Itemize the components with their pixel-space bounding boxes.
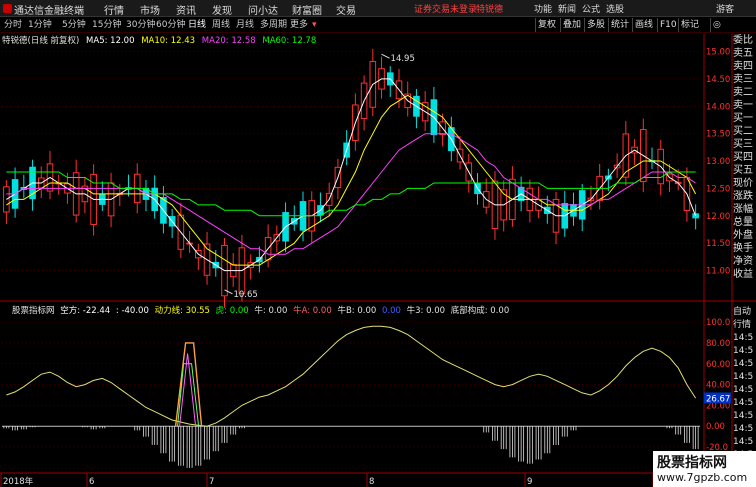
tick-label: 14:5 <box>733 437 754 447</box>
dongli-line <box>6 325 697 427</box>
quote-label: 买三 <box>733 139 753 150</box>
price-tick-label: 12.00 <box>706 212 730 222</box>
quote-label: 净资 <box>733 256 753 267</box>
tick-label: 自动 <box>733 307 752 317</box>
price-tick-label: 15.00 <box>706 47 730 57</box>
tick-label: 14:5 <box>733 359 754 369</box>
price-tick-label: 12.50 <box>706 184 730 194</box>
price-tick-label: 14.00 <box>706 102 730 112</box>
indicator-tick-label: 60.00 <box>706 360 730 370</box>
indicator-tick-label: 0.00 <box>706 422 725 432</box>
candles <box>3 48 699 308</box>
indicator-lines <box>3 325 699 468</box>
low-marker-label: 10.65 <box>233 290 257 300</box>
quote-label: 卖五 <box>733 48 753 59</box>
ma10-value: MA10: 12.43 <box>141 36 196 46</box>
quote-label: 涨幅 <box>733 204 753 215</box>
high-marker-label: 14.95 <box>391 54 415 64</box>
indicator-tick-label: 100.0 <box>706 318 730 328</box>
price-tick-label: 13.00 <box>706 157 730 167</box>
colon-value: : -40.00 <box>115 306 149 316</box>
tick-label: 行情 <box>733 320 752 330</box>
quote-label: 委比 <box>733 35 753 46</box>
signal-spike-magenta <box>179 353 197 427</box>
watermark: 股票指标网 www.7gpzb.com <box>653 451 756 487</box>
quote-label: 卖一 <box>733 100 753 111</box>
ma60-value: MA60: 12.78 <box>262 36 317 46</box>
quote-label: 买一 <box>733 113 753 124</box>
price-tick-label: 11.00 <box>706 267 730 277</box>
quote-label: 买四 <box>733 152 753 163</box>
indicator-tick-label: 40.00 <box>706 381 730 391</box>
candle-body <box>692 213 699 219</box>
watermark-title: 股票指标网 <box>657 455 727 471</box>
niu-value: 牛: 0.00 <box>254 306 288 316</box>
high-marker-line <box>381 53 390 59</box>
main-info-line: 特锐德(日线 前复权) MA5: 12.00 MA10: 12.43 MA20:… <box>0 34 316 46</box>
current-value-label: 26.67 <box>706 394 730 404</box>
blank-value: 0.00 <box>381 306 401 316</box>
tick-label: 14:5 <box>733 411 754 421</box>
chart-grid <box>0 34 756 487</box>
price-tick-label: 11.50 <box>706 239 730 249</box>
quote-label: 现价 <box>733 178 753 189</box>
niu3-value: 牛3: 0.00 <box>406 306 446 316</box>
indicator-tick-label: 80.00 <box>706 339 730 349</box>
chart-area[interactable]: 15.00 14.50 14.00 13.50 13.00 12.50 12.00 11.50… <box>0 0 756 487</box>
quote-label: 涨跌 <box>733 191 753 202</box>
ma20-value: MA20: 12.58 <box>201 36 256 46</box>
ma-lines <box>6 78 697 272</box>
quote-label: 卖四 <box>733 61 753 72</box>
quote-label: 收益 <box>733 269 753 280</box>
main-chart-title: 特锐德(日线 前复权) <box>2 36 80 46</box>
price-tick-label: 13.50 <box>706 130 730 140</box>
candle-body <box>3 186 10 213</box>
indicator-info-line: 股票指标网 空方: -22.44 : -40.00 动力线: 30.55 虎: … <box>0 304 509 316</box>
date-label: 2018年 <box>3 476 34 487</box>
ma-line-ma5 <box>6 78 697 272</box>
date-label: 7 <box>209 477 214 487</box>
niuA-value: 牛A: 0.00 <box>293 306 332 316</box>
tick-label: 14:5 <box>733 372 754 382</box>
watermark-url: www.7gpzb.com <box>657 471 748 484</box>
tick-label: 14:5 <box>733 398 754 408</box>
hu-value: 虎: 0.00 <box>215 306 249 316</box>
quote-panel: 委比卖五卖四卖三卖二卖一买一买二买三买四买五现价涨跌涨幅总量外盘换手净资收益 <box>733 34 756 281</box>
indicator-title: 股票指标网 <box>12 306 55 316</box>
quote-label: 总量 <box>733 217 753 228</box>
quote-label: 卖三 <box>733 74 753 85</box>
quote-label: 买二 <box>733 126 753 137</box>
tick-label: 14:5 <box>733 346 754 356</box>
date-label: 9 <box>527 477 532 487</box>
dibu-value: 底部构成: 0.00 <box>450 306 510 316</box>
tick-label: 14:5 <box>733 333 754 343</box>
quote-label: 外盘 <box>733 230 753 241</box>
ma-line-ma10 <box>6 94 697 266</box>
price-tick-label: 14.50 <box>706 75 730 85</box>
tick-label: 14:5 <box>733 385 754 395</box>
quote-label: 买五 <box>733 165 753 176</box>
tick-label: 14:5 <box>733 424 754 434</box>
niuB-value: 牛B: 0.00 <box>337 306 377 316</box>
dongli-value: 动力线: 30.55 <box>154 306 210 316</box>
ma5-value: MA5: 12.00 <box>86 36 135 46</box>
date-label: 8 <box>369 477 374 487</box>
kongfang-value: 空方: -22.44 <box>60 306 111 316</box>
date-label: 6 <box>89 477 94 487</box>
quote-label: 卖二 <box>733 87 753 98</box>
tick-panel: 自动行情 14:5 14:5 14:5 14:5 14:5 14:5 14:5 14:5 14:5… <box>733 306 756 475</box>
quote-label: 换手 <box>733 243 753 254</box>
